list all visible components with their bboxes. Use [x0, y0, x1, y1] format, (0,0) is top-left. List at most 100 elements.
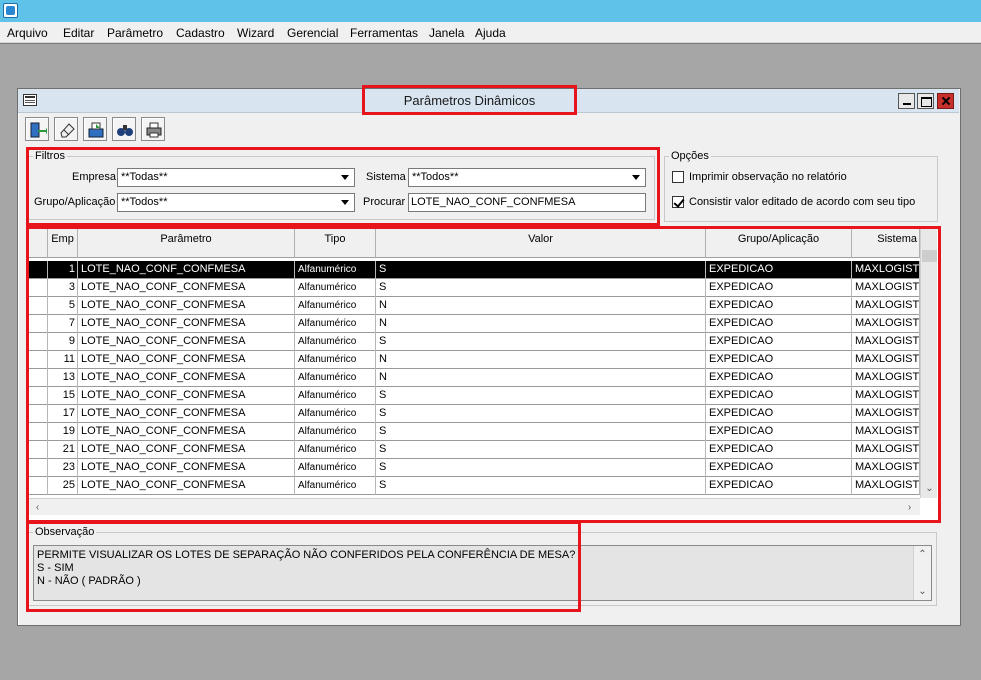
header-tipo[interactable]: Tipo [295, 228, 376, 258]
table-row[interactable]: 5 LOTE_NAO_CONF_CONFMESA Alfanumérico N EXPE… [28, 297, 920, 315]
cell-valor[interactable]: S [376, 387, 706, 405]
scroll-left-icon[interactable]: ‹ [30, 500, 45, 515]
cell-valor[interactable]: N [376, 351, 706, 369]
row-indicator[interactable] [28, 297, 48, 315]
cell-grupo[interactable]: EXPEDICAO [706, 423, 852, 441]
cell-parametro[interactable]: LOTE_NAO_CONF_CONFMESA [78, 333, 295, 351]
cell-grupo[interactable]: EXPEDICAO [706, 279, 852, 297]
cell-sistema[interactable]: MAXLOGISTI [852, 279, 920, 297]
cell-emp[interactable]: 19 [48, 423, 78, 441]
cell-emp[interactable]: 1 [48, 261, 78, 279]
header-parametro[interactable]: Parâmetro [78, 228, 295, 258]
cell-sistema[interactable]: MAXLOGISTI [852, 459, 920, 477]
scroll-right-icon[interactable]: › [902, 500, 917, 515]
cell-parametro[interactable]: LOTE_NAO_CONF_CONFMESA [78, 261, 295, 279]
row-indicator[interactable] [28, 333, 48, 351]
menu-gerencial[interactable]: Gerencial [287, 26, 338, 40]
cell-emp[interactable]: 9 [48, 333, 78, 351]
chevron-down-icon[interactable] [629, 170, 644, 185]
cell-grupo[interactable]: EXPEDICAO [706, 315, 852, 333]
cell-grupo[interactable]: EXPEDICAO [706, 297, 852, 315]
row-indicator[interactable] [28, 387, 48, 405]
table-row[interactable]: 23 LOTE_NAO_CONF_CONFMESA Alfanumérico S EXP… [28, 459, 920, 477]
menu-cadastro[interactable]: Cadastro [176, 26, 225, 40]
cell-tipo[interactable]: Alfanumérico [295, 315, 376, 333]
menu-wizard[interactable]: Wizard [237, 26, 274, 40]
cell-emp[interactable]: 3 [48, 279, 78, 297]
cell-tipo[interactable]: Alfanumérico [295, 333, 376, 351]
print-button[interactable] [141, 117, 165, 141]
cell-sistema[interactable]: MAXLOGISTI [852, 261, 920, 279]
cell-parametro[interactable]: LOTE_NAO_CONF_CONFMESA [78, 387, 295, 405]
cell-grupo[interactable]: EXPEDICAO [706, 261, 852, 279]
table-row[interactable]: 25 LOTE_NAO_CONF_CONFMESA Alfanumérico S EXP… [28, 477, 920, 495]
cell-tipo[interactable]: Alfanumérico [295, 297, 376, 315]
cell-parametro[interactable]: LOTE_NAO_CONF_CONFMESA [78, 315, 295, 333]
cell-sistema[interactable]: MAXLOGISTI [852, 405, 920, 423]
parametros-grid[interactable]: Emp Parâmetro Tipo Valor Grupo/Aplicação… [28, 228, 938, 520]
observacao-textarea[interactable]: PERMITE VISUALIZAR OS LOTES DE SEPARAÇÃO… [33, 545, 932, 601]
cell-tipo[interactable]: Alfanumérico [295, 477, 376, 495]
cell-parametro[interactable]: LOTE_NAO_CONF_CONFMESA [78, 405, 295, 423]
row-indicator[interactable] [28, 279, 48, 297]
cell-emp[interactable]: 25 [48, 477, 78, 495]
cell-valor[interactable]: S [376, 405, 706, 423]
table-row[interactable]: 3 LOTE_NAO_CONF_CONFMESA Alfanumérico S EXPE… [28, 279, 920, 297]
cell-parametro[interactable]: LOTE_NAO_CONF_CONFMESA [78, 477, 295, 495]
cell-valor[interactable]: S [376, 441, 706, 459]
cell-tipo[interactable]: Alfanumérico [295, 441, 376, 459]
cell-parametro[interactable]: LOTE_NAO_CONF_CONFMESA [78, 369, 295, 387]
cell-valor[interactable]: N [376, 297, 706, 315]
table-row[interactable]: 11 LOTE_NAO_CONF_CONFMESA Alfanumérico N EXP… [28, 351, 920, 369]
table-row[interactable]: 7 LOTE_NAO_CONF_CONFMESA Alfanumérico N EXPE… [28, 315, 920, 333]
row-indicator[interactable] [28, 351, 48, 369]
cell-emp[interactable]: 15 [48, 387, 78, 405]
scroll-down-icon[interactable]: ⌄ [915, 584, 930, 599]
clear-button[interactable] [54, 117, 78, 141]
table-row[interactable]: 15 LOTE_NAO_CONF_CONFMESA Alfanumérico S EXP… [28, 387, 920, 405]
cell-valor[interactable]: S [376, 261, 706, 279]
cell-valor[interactable]: S [376, 333, 706, 351]
cell-valor[interactable]: S [376, 279, 706, 297]
empresa-select[interactable]: **Todas** [117, 168, 355, 187]
cell-tipo[interactable]: Alfanumérico [295, 387, 376, 405]
header-sistema[interactable]: Sistema [852, 228, 920, 258]
cell-sistema[interactable]: MAXLOGISTI [852, 369, 920, 387]
cell-sistema[interactable]: MAXLOGISTI [852, 333, 920, 351]
table-row[interactable]: 19 LOTE_NAO_CONF_CONFMESA Alfanumérico S EXP… [28, 423, 920, 441]
horizontal-scrollbar[interactable]: ‹ › [28, 498, 920, 515]
imprimir-checkbox[interactable] [672, 171, 684, 183]
row-indicator[interactable] [28, 261, 48, 279]
scroll-up-icon[interactable]: ⌃ [915, 547, 930, 562]
exit-button[interactable] [25, 117, 49, 141]
cell-tipo[interactable]: Alfanumérico [295, 459, 376, 477]
cell-tipo[interactable]: Alfanumérico [295, 279, 376, 297]
cell-parametro[interactable]: LOTE_NAO_CONF_CONFMESA [78, 351, 295, 369]
close-button[interactable] [937, 93, 954, 109]
scroll-down-icon[interactable]: ⌄ [922, 481, 937, 496]
menu-arquivo[interactable]: Arquivo [7, 26, 48, 40]
cell-emp[interactable]: 23 [48, 459, 78, 477]
search-button[interactable] [112, 117, 136, 141]
cell-grupo[interactable]: EXPEDICAO [706, 333, 852, 351]
cell-emp[interactable]: 11 [48, 351, 78, 369]
header-grupo[interactable]: Grupo/Aplicação [706, 228, 852, 258]
procurar-input[interactable]: LOTE_NAO_CONF_CONFMESA [408, 193, 646, 212]
table-row[interactable]: 9 LOTE_NAO_CONF_CONFMESA Alfanumérico S EXPE… [28, 333, 920, 351]
cell-tipo[interactable]: Alfanumérico [295, 405, 376, 423]
row-indicator[interactable] [28, 423, 48, 441]
row-indicator[interactable] [28, 405, 48, 423]
cell-sistema[interactable]: MAXLOGISTI [852, 297, 920, 315]
cell-parametro[interactable]: LOTE_NAO_CONF_CONFMESA [78, 441, 295, 459]
sistema-select[interactable]: **Todos** [408, 168, 646, 187]
cell-grupo[interactable]: EXPEDICAO [706, 477, 852, 495]
row-indicator[interactable] [28, 477, 48, 495]
vertical-scrollbar[interactable]: ⌄ [920, 228, 937, 498]
table-row[interactable]: 1 LOTE_NAO_CONF_CONFMESA Alfanumérico S EXPE… [28, 261, 920, 279]
header-valor[interactable]: Valor [376, 228, 706, 258]
cell-parametro[interactable]: LOTE_NAO_CONF_CONFMESA [78, 459, 295, 477]
table-row[interactable]: 13 LOTE_NAO_CONF_CONFMESA Alfanumérico N EXP… [28, 369, 920, 387]
menu-editar[interactable]: Editar [63, 26, 94, 40]
observacao-scrollbar[interactable]: ⌃ ⌄ [913, 546, 931, 600]
cell-sistema[interactable]: MAXLOGISTI [852, 387, 920, 405]
